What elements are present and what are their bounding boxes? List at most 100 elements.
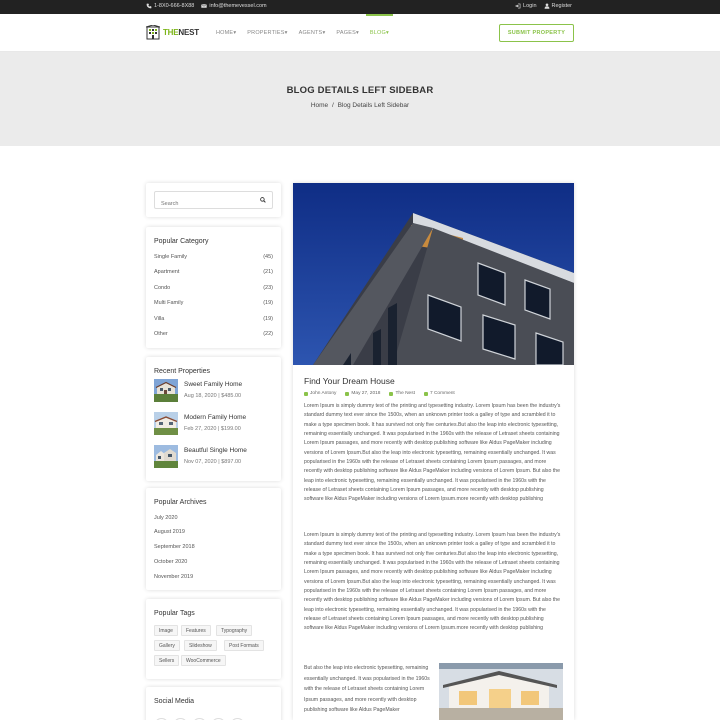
post-hero-image [293, 183, 574, 365]
archive-item[interactable]: August 2019 [154, 529, 185, 535]
page-banner: BLOG DETAILS LEFT SIDEBAR Home / Blog De… [0, 52, 720, 146]
category-item[interactable]: Villa (19) [154, 316, 273, 322]
email-contact[interactable]: info@themevessel.com [201, 3, 267, 9]
recent-property-item[interactable]: Modern Family Home Feb 27, 2020 | $199.0… [154, 412, 246, 435]
search-box [154, 191, 273, 212]
property-title[interactable]: Sweet Family Home [184, 381, 242, 388]
post-comments[interactable]: 7 Comment [423, 391, 455, 396]
archive-item[interactable]: July 2020 [154, 515, 178, 521]
sign-in-icon [515, 3, 521, 9]
building-logo-icon [146, 25, 160, 40]
menu-properties[interactable]: PROPERTIES ▾ [247, 14, 287, 52]
main-navbar: THENEST HOME ▾ PROPERTIES ▾ AGENTS ▾ PAGES ▾… [0, 14, 720, 52]
post-title[interactable]: Find Your Dream House [304, 376, 395, 386]
archive-item[interactable]: September 2018 [154, 544, 195, 550]
tag-item[interactable]: Typography [216, 625, 253, 636]
category-count: (22) [263, 331, 273, 337]
post-paragraph: Lorem Ipsum is simply dummy text of the … [304, 532, 561, 632]
archive-item[interactable]: November 2019 [154, 574, 193, 580]
tag-item[interactable]: Gallery [154, 640, 180, 651]
user-icon [304, 391, 308, 396]
site-logo[interactable]: THENEST [146, 25, 199, 40]
menu-blog-label: BLOG [369, 30, 387, 36]
caret-down-icon: ▾ [284, 30, 288, 36]
calendar-icon [345, 391, 350, 396]
category-item[interactable]: Multi Family (19) [154, 300, 273, 306]
social-media-widget: Social Media f t in G+ p [146, 687, 281, 720]
logo-text: THENEST [163, 28, 199, 37]
popular-tags-widget: Popular Tags Image Features Typography G… [146, 599, 281, 679]
search-widget [146, 183, 281, 217]
popular-category-widget: Popular Category Single Family (45) Apart… [146, 227, 281, 348]
login-link[interactable]: Login [515, 3, 537, 9]
post-paragraph: But also the leap into electronic typese… [304, 665, 430, 713]
tag-item[interactable]: Slideshow [184, 640, 217, 651]
category-name: Condo [154, 285, 171, 291]
phone-icon [146, 3, 152, 9]
register-link[interactable]: Register [544, 3, 572, 9]
category-count: (19) [263, 300, 273, 306]
archive-item[interactable]: October 2020 [154, 559, 187, 565]
widget-title: Recent Properties [154, 368, 211, 375]
submit-property-button[interactable]: SUBMIT PROPERTY [499, 24, 574, 42]
property-thumbnail[interactable] [154, 445, 178, 468]
popular-archives-widget: Popular Archives July 2020 August 2019 S… [146, 488, 281, 590]
category-count: (19) [263, 316, 273, 322]
menu-agents[interactable]: AGENTS ▾ [299, 14, 326, 52]
category-item[interactable]: Single Family (45) [154, 254, 273, 260]
menu-blog[interactable]: BLOG ▾ [365, 14, 394, 52]
widget-title: Popular Archives [154, 499, 207, 506]
recent-property-item[interactable]: Beautful Single Home Nov 07, 2020 | $897… [154, 445, 247, 468]
phone-text: 1-8X0-666-8X88 [154, 3, 195, 9]
user-icon [544, 3, 549, 9]
tag-item[interactable]: Features [181, 625, 211, 636]
category-name: Apartment [154, 269, 180, 275]
widget-title: Social Media [154, 698, 195, 705]
category-text: The Nest [395, 391, 415, 396]
comments-text: 7 Comment [429, 391, 455, 396]
menu-properties-label: PROPERTIES [247, 30, 285, 36]
property-title[interactable]: Beautful Single Home [184, 447, 247, 454]
caret-down-icon: ▾ [233, 30, 237, 36]
folder-icon [389, 391, 394, 396]
tag-item[interactable]: Sellers [154, 655, 180, 666]
category-name: Villa [154, 316, 165, 322]
category-item[interactable]: Other (22) [154, 331, 273, 337]
search-icon[interactable] [260, 197, 266, 203]
property-thumbnail[interactable] [154, 379, 178, 402]
property-title[interactable]: Modern Family Home [184, 414, 246, 421]
envelope-icon [201, 4, 208, 8]
menu-agents-label: AGENTS [298, 30, 323, 36]
tag-item[interactable]: WooCommerce [181, 655, 226, 666]
menu-home[interactable]: HOME ▾ [216, 14, 236, 52]
search-input[interactable] [155, 196, 255, 212]
post-inline-image [439, 663, 563, 720]
register-label: Register [551, 3, 572, 9]
author-name: John Antony [310, 391, 337, 396]
recent-property-item[interactable]: Sweet Family Home Aug 18, 2020 | $485.00 [154, 379, 242, 402]
property-meta: Nov 07, 2020 | $897.00 [184, 459, 242, 465]
property-thumbnail[interactable] [154, 412, 178, 435]
caret-down-icon: ▾ [322, 30, 326, 36]
menu-pages[interactable]: PAGES ▾ [336, 14, 359, 52]
phone-contact[interactable]: 1-8X0-666-8X88 [146, 3, 194, 9]
breadcrumb-separator: / [331, 102, 334, 109]
breadcrumb-current: Blog Details Left Sidebar [337, 102, 410, 109]
post-date: May 27, 2018 [345, 391, 380, 396]
email-text: info@themevessel.com [209, 3, 267, 9]
category-name: Multi Family [154, 300, 184, 306]
tag-item[interactable]: Image [154, 625, 178, 636]
category-item[interactable]: Condo (23) [154, 285, 273, 291]
category-item[interactable]: Apartment (21) [154, 269, 273, 275]
tag-item[interactable]: Post Formats [224, 640, 264, 651]
comment-icon [423, 391, 428, 396]
post-author[interactable]: John Antony [304, 391, 336, 396]
category-count: (21) [263, 269, 273, 275]
recent-properties-widget: Recent Properties Sweet Family Home Aug … [146, 357, 281, 481]
post-category[interactable]: The Nest [389, 391, 415, 396]
category-count: (45) [263, 254, 273, 260]
date-text: May 27, 2018 [351, 391, 381, 396]
breadcrumb-home[interactable]: Home [311, 102, 328, 109]
category-name: Other [154, 331, 168, 337]
widget-title: Popular Category [154, 238, 209, 245]
